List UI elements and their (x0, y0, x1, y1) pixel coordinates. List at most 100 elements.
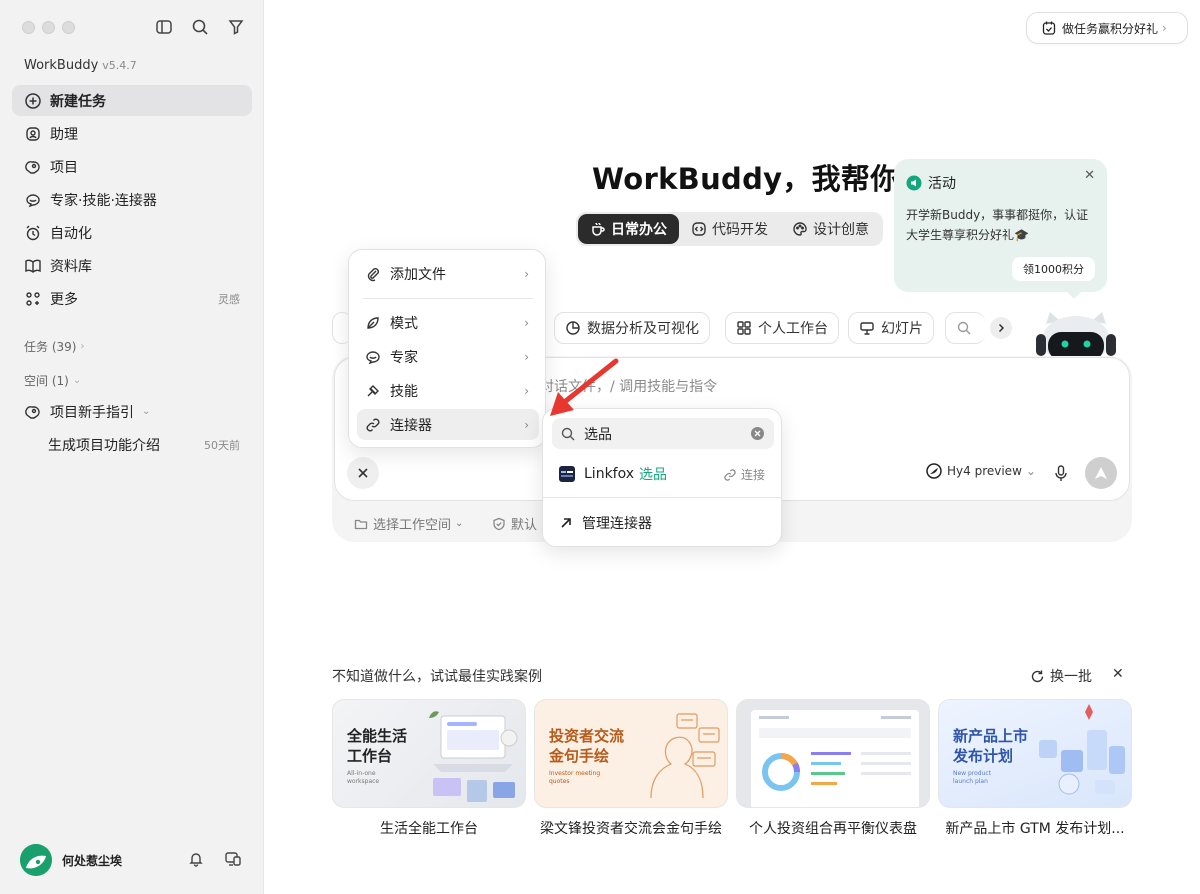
code-icon (691, 221, 707, 237)
nav-assistant[interactable]: 助理 (12, 118, 252, 149)
microphone-icon[interactable] (1053, 464, 1069, 482)
nav-more-hint: 灵感 (218, 292, 240, 306)
menu-item-skill[interactable]: 技能 › (357, 375, 539, 406)
activity-card: 活动 ✕ 开学新Buddy，事事都挺你，认证大学生尊享积分好礼🎓 领1000积分 (894, 159, 1107, 299)
project-sub-item[interactable]: 生成项目功能介绍 50天前 (12, 429, 252, 460)
example-card-life[interactable]: 全能生活 工作台 All-in-one workspace (332, 699, 526, 808)
send-button[interactable] (1085, 457, 1117, 489)
card-subheading: All-in-one workspace (347, 770, 380, 785)
workspace-selector[interactable]: 选择工作空间 ⌄ (354, 514, 463, 533)
chevron-down-icon: ⌄ (455, 518, 464, 529)
nav-library[interactable]: 资料库 (12, 250, 252, 281)
menu-item-connector[interactable]: 连接器 › (357, 409, 539, 440)
example-card-investor[interactable]: 投资者交流金句手绘 Investor meeting quotes (534, 699, 728, 808)
nav-more[interactable]: 更多 灵感 (12, 283, 252, 314)
filter-icon[interactable] (227, 18, 245, 36)
window-zoom-button[interactable] (62, 21, 75, 34)
model-selector[interactable]: Hy4 preview ⌄ (926, 463, 1036, 479)
menu-item-mode[interactable]: 模式 › (357, 307, 539, 338)
project-guide-label: 项目新手指引 (50, 404, 134, 421)
folder-icon (354, 517, 368, 531)
close-icon[interactable]: ✕ (1084, 168, 1095, 183)
user-profile[interactable]: 何处惹尘埃 (20, 844, 122, 876)
connect-label: 连接 (740, 468, 765, 482)
sidebar-toggle-icon[interactable] (155, 18, 173, 36)
menu-item-add-file[interactable]: 添加文件 › (357, 258, 539, 289)
app-name: WorkBuddy v5.4.7 (24, 58, 137, 73)
chips-next-button[interactable] (990, 317, 1012, 339)
card-heading: 金句手绘 (549, 747, 610, 765)
example-card-gtm[interactable]: 新产品上市 发布计划 New product launch plan (938, 699, 1132, 808)
card-heading: 全能生活 (347, 727, 408, 745)
tab-design[interactable]: 设计创意 (780, 214, 881, 244)
card-heading: 新产品上市 (953, 727, 1029, 745)
task-rewards-button[interactable]: 做任务赢积分好礼 › (1026, 12, 1188, 44)
tab-code-dev[interactable]: 代码开发 (679, 214, 780, 244)
close-menu-button[interactable] (347, 457, 379, 489)
close-icon[interactable]: ✕ (1112, 666, 1124, 682)
chip-workbench[interactable]: 个人工作台 (725, 312, 839, 344)
gift-calendar-icon (1041, 20, 1057, 36)
claim-points-button[interactable]: 领1000积分 (1012, 257, 1095, 281)
window-minimize-button[interactable] (42, 21, 55, 34)
chevron-down-icon: ⌄ (72, 375, 82, 386)
example-card-portfolio[interactable] (736, 699, 930, 808)
menu-item-expert[interactable]: 专家 › (357, 341, 539, 372)
chip-label: 数据分析及可视化 (587, 321, 699, 337)
launch-illustration-icon (1039, 704, 1125, 795)
leaf-icon (365, 315, 381, 331)
activity-title-label: 活动 (928, 176, 956, 192)
connector-result-name: Linkfox (584, 466, 635, 482)
nav-label: 自动化 (50, 225, 92, 242)
connector-search-input[interactable]: 选品 (552, 418, 774, 449)
search-icon[interactable] (191, 18, 209, 36)
alarm-clock-icon (24, 224, 42, 242)
refresh-examples-button[interactable]: 换一批 (1030, 666, 1092, 686)
card-subheading: Investor meeting quotes (549, 770, 601, 785)
nav-label: 助理 (50, 126, 78, 143)
manage-connectors-button[interactable]: 管理连接器 (559, 513, 652, 533)
nav-project[interactable]: 项目 (12, 151, 252, 182)
paperclip-icon (365, 266, 381, 282)
skill-icon (365, 383, 381, 399)
submenu-divider (543, 497, 781, 498)
grid-more-icon (24, 290, 42, 308)
card-caption: 生活全能工作台 (380, 821, 478, 837)
nav-experts[interactable]: 专家·技能·连接器 (12, 184, 252, 215)
tasks-section[interactable]: 任务 (39) › (24, 338, 84, 355)
chevron-down-icon: ⌄ (1025, 464, 1036, 478)
nav-label: 资料库 (50, 258, 92, 275)
tab-daily-office[interactable]: 日常办公 (578, 214, 679, 244)
default-selector[interactable]: 默认 (492, 514, 542, 533)
space-section[interactable]: 空间 (1) ⌄ (24, 372, 81, 389)
activity-title: 活动 (906, 173, 956, 193)
window-close-button[interactable] (22, 21, 35, 34)
clear-search-icon[interactable] (751, 427, 764, 440)
chip-data-analysis[interactable]: 数据分析及可视化 (554, 312, 710, 344)
card-heading: 投资者交流 (549, 727, 625, 745)
avatar (20, 844, 52, 876)
devices-icon[interactable] (224, 851, 242, 867)
page-title: WorkBuddy，我帮你 (592, 162, 900, 196)
refresh-label: 换一批 (1050, 669, 1092, 685)
project-guide-item[interactable]: 项目新手指引 ⌄ (12, 396, 252, 427)
chip-partial[interactable] (945, 312, 985, 344)
book-icon (24, 257, 42, 275)
manage-connectors-label: 管理连接器 (582, 516, 652, 532)
chevron-right-icon: › (524, 417, 529, 432)
menu-item-label: 专家 (390, 349, 418, 366)
nav-new-task[interactable]: 新建任务 (12, 85, 252, 116)
chevron-right-icon: › (1162, 21, 1167, 35)
linkfox-logo-icon (559, 466, 575, 482)
nav-automation[interactable]: 自动化 (12, 217, 252, 248)
bell-icon[interactable] (188, 851, 204, 867)
connect-button[interactable]: 连接 (723, 466, 765, 483)
assistant-icon (24, 125, 42, 143)
examples-title: 不知道做什么，试试最佳实践案例 (332, 669, 542, 685)
chevron-right-icon: › (524, 315, 529, 330)
chip-slides[interactable]: 幻灯片 (848, 312, 934, 344)
project-icon (24, 403, 42, 421)
app-version: v5.4.7 (102, 59, 137, 72)
card-caption: 梁文锋投资者交流会金句手绘 (540, 821, 722, 837)
expert-icon (365, 349, 381, 365)
